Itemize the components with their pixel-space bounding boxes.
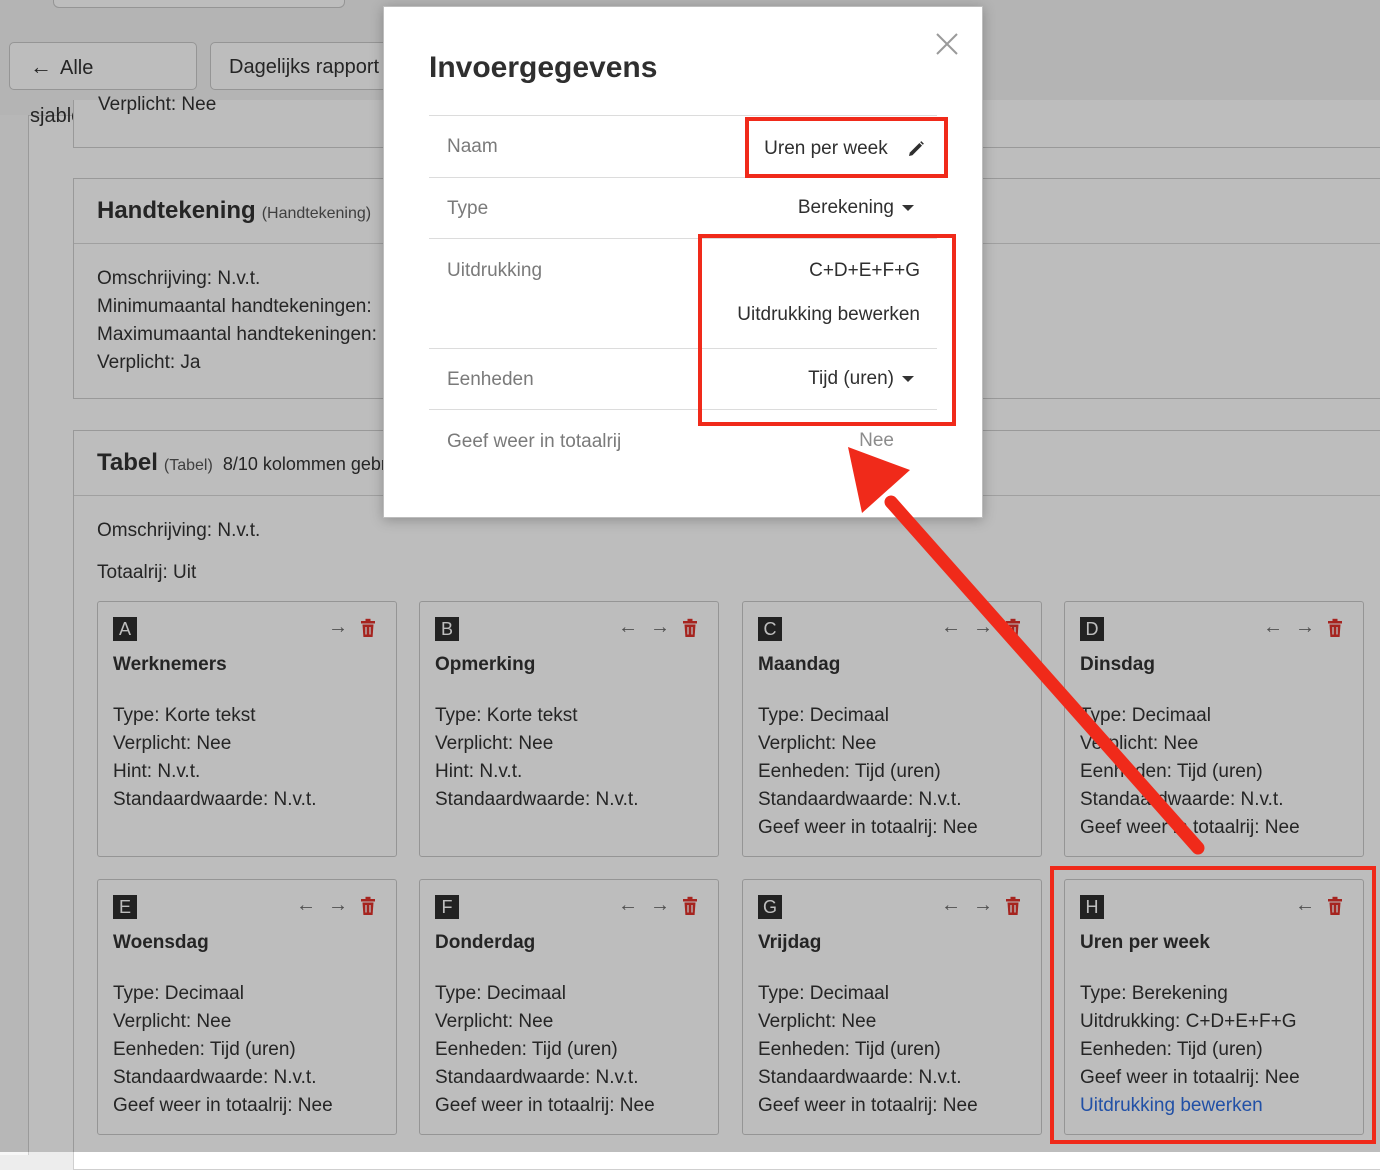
annotation-arrow: [848, 447, 1205, 855]
